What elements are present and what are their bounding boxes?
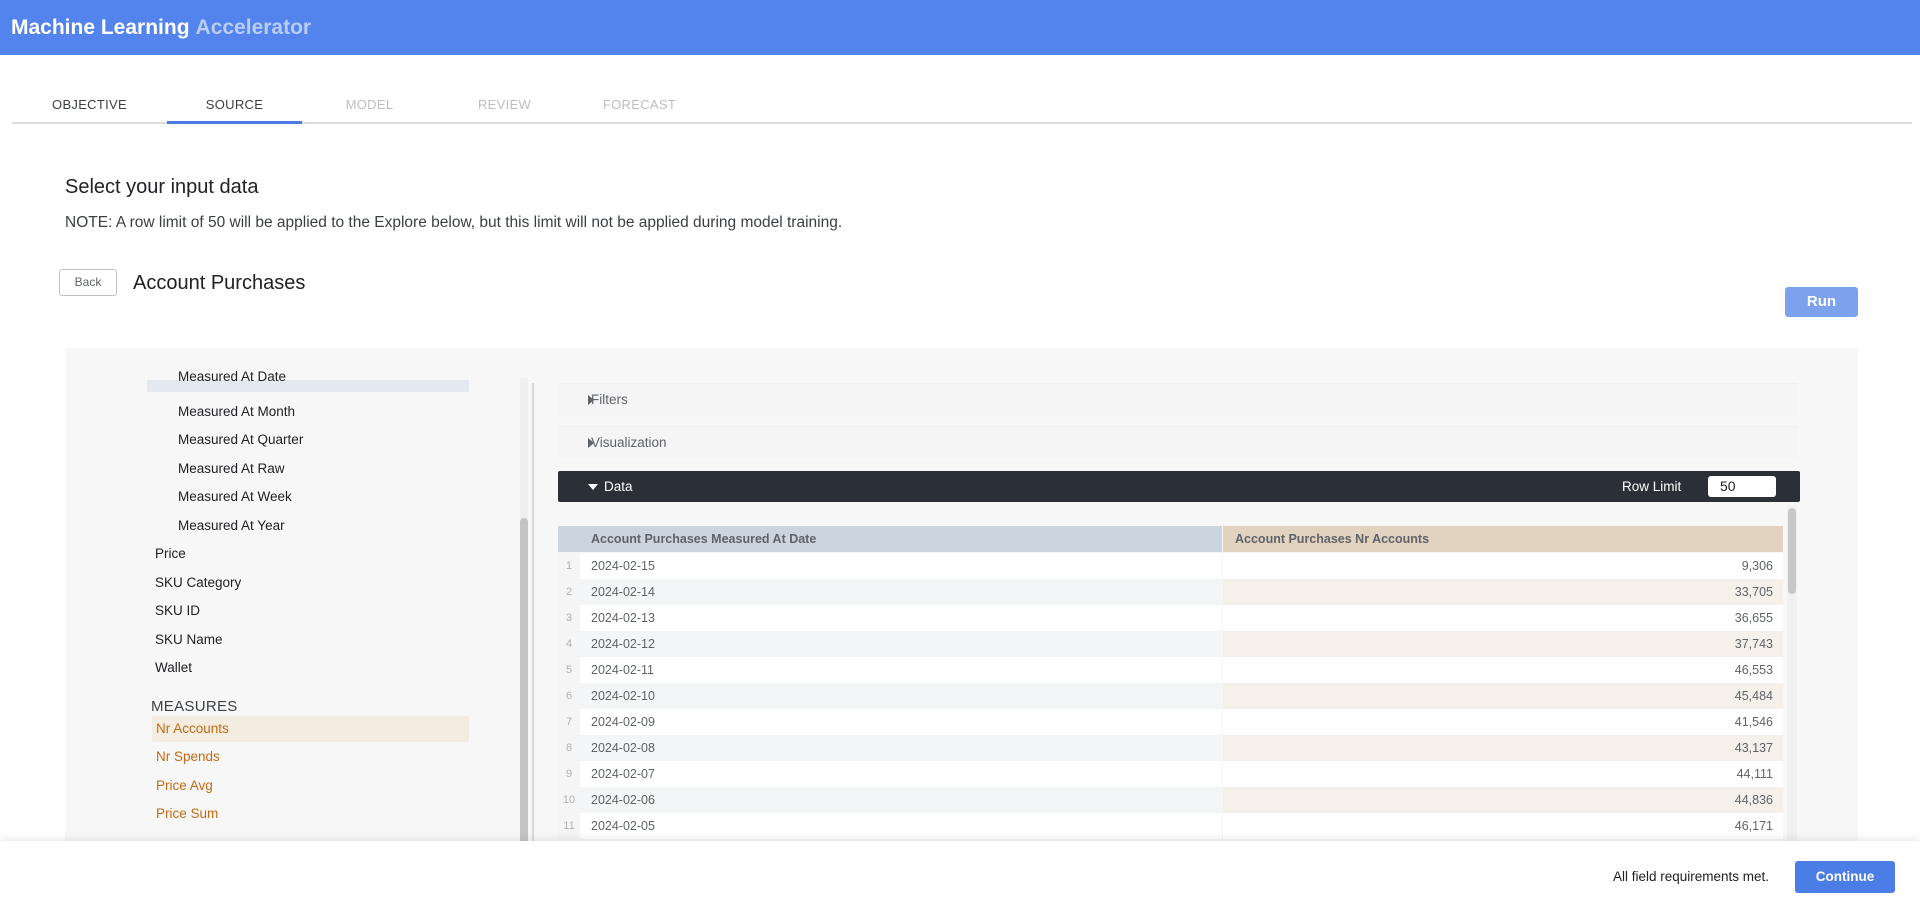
field-picker: Measured At Date Measured At Month Measu… bbox=[65, 369, 535, 848]
cell-date: 2024-02-13 bbox=[580, 605, 1222, 631]
data-label: Data bbox=[604, 479, 633, 494]
cell-nr-accounts: 44,111 bbox=[1223, 761, 1783, 787]
row-number: 2 bbox=[558, 579, 580, 605]
caret-down-icon bbox=[588, 484, 598, 490]
explore-title: Account Purchases bbox=[133, 272, 306, 294]
footer-bar: All field requirements met. Continue bbox=[0, 841, 1920, 902]
cell-date: 2024-02-08 bbox=[580, 735, 1222, 761]
field-measured-at-week[interactable]: Measured At Week bbox=[178, 489, 292, 504]
run-button[interactable]: Run bbox=[1785, 287, 1858, 317]
field-price[interactable]: Price bbox=[155, 546, 186, 561]
row-number: 10 bbox=[558, 787, 580, 813]
continue-button[interactable]: Continue bbox=[1795, 861, 1895, 893]
column-header-nr-accounts[interactable]: Account Purchases Nr Accounts bbox=[1223, 526, 1783, 552]
cell-date: 2024-02-12 bbox=[580, 631, 1222, 657]
row-number: 5 bbox=[558, 657, 580, 683]
cell-nr-accounts: 37,743 bbox=[1223, 631, 1783, 657]
row-number: 4 bbox=[558, 631, 580, 657]
cell-date: 2024-02-11 bbox=[580, 657, 1222, 683]
row-number: 3 bbox=[558, 605, 580, 631]
field-price-avg[interactable]: Price Avg bbox=[156, 778, 213, 793]
cell-date: 2024-02-10 bbox=[580, 683, 1222, 709]
panel-divider bbox=[532, 383, 534, 848]
cell-date: 2024-02-15 bbox=[580, 553, 1222, 579]
table-header: Account Purchases Measured At Date Accou… bbox=[558, 526, 1783, 552]
table-row: 1 2024-02-15 9,306 bbox=[558, 553, 1783, 579]
cell-nr-accounts: 43,137 bbox=[1223, 735, 1783, 761]
filters-section[interactable]: Filters bbox=[558, 383, 1798, 415]
explore-panel: Measured At Date Measured At Month Measu… bbox=[65, 348, 1858, 848]
table-row: 2 2024-02-14 33,705 bbox=[558, 579, 1783, 605]
row-number: 6 bbox=[558, 683, 580, 709]
row-number: 7 bbox=[558, 709, 580, 735]
row-number: 9 bbox=[558, 761, 580, 787]
cell-nr-accounts: 33,705 bbox=[1223, 579, 1783, 605]
field-measured-at-quarter[interactable]: Measured At Quarter bbox=[178, 432, 303, 447]
field-measured-at-year[interactable]: Measured At Year bbox=[178, 518, 285, 533]
measures-heading: MEASURES bbox=[151, 698, 238, 715]
field-picker-scroll-thumb[interactable] bbox=[520, 518, 528, 848]
tab-forecast: FORECAST bbox=[602, 97, 677, 112]
row-number: 8 bbox=[558, 735, 580, 761]
app-title-accent: Accelerator bbox=[195, 15, 312, 39]
row-number: 1 bbox=[558, 553, 580, 579]
table-row: 5 2024-02-11 46,553 bbox=[558, 657, 1783, 683]
requirements-status: All field requirements met. bbox=[1613, 869, 1770, 884]
step-tabs: OBJECTIVE SOURCE MODEL REVIEW FORECAST bbox=[12, 89, 1912, 124]
row-limit-note: NOTE: A row limit of 50 will be applied … bbox=[65, 214, 843, 231]
table-row: 7 2024-02-09 41,546 bbox=[558, 709, 1783, 735]
cell-nr-accounts: 46,553 bbox=[1223, 657, 1783, 683]
table-row: 9 2024-02-07 44,111 bbox=[558, 761, 1783, 787]
tab-review: REVIEW bbox=[477, 97, 532, 112]
table-row: 10 2024-02-06 44,836 bbox=[558, 787, 1783, 813]
row-number-header bbox=[558, 526, 580, 552]
row-limit-input[interactable]: 50 bbox=[1708, 476, 1776, 497]
page-title: Select your input data bbox=[65, 176, 259, 198]
visualization-label: Visualization bbox=[591, 435, 667, 450]
visualization-section[interactable]: Visualization bbox=[558, 426, 1798, 458]
filters-label: Filters bbox=[591, 392, 628, 407]
field-sku-name[interactable]: SKU Name bbox=[155, 632, 223, 647]
tab-source[interactable]: SOURCE bbox=[167, 89, 302, 124]
caret-right-icon bbox=[588, 395, 594, 405]
table-row: 4 2024-02-12 37,743 bbox=[558, 631, 1783, 657]
field-sku-id[interactable]: SKU ID bbox=[155, 603, 200, 618]
cell-nr-accounts: 41,546 bbox=[1223, 709, 1783, 735]
tab-objective[interactable]: OBJECTIVE bbox=[12, 89, 167, 122]
cell-date: 2024-02-05 bbox=[580, 813, 1222, 839]
table-row: 6 2024-02-10 45,484 bbox=[558, 683, 1783, 709]
field-price-sum[interactable]: Price Sum bbox=[156, 806, 218, 821]
caret-right-icon bbox=[588, 438, 594, 448]
column-header-date[interactable]: Account Purchases Measured At Date bbox=[580, 526, 1222, 552]
field-sku-category[interactable]: SKU Category bbox=[155, 575, 241, 590]
data-section-header[interactable]: Data Row Limit 50 bbox=[558, 471, 1800, 502]
field-measured-at-raw[interactable]: Measured At Raw bbox=[178, 461, 285, 476]
field-measured-at-date[interactable]: Measured At Date bbox=[178, 369, 286, 384]
row-number: 11 bbox=[558, 813, 580, 839]
table-row: 11 2024-02-05 46,171 bbox=[558, 813, 1783, 839]
field-nr-accounts[interactable]: Nr Accounts bbox=[156, 721, 229, 736]
app-header: Machine Learning Accelerator bbox=[0, 0, 1920, 55]
table-row: 3 2024-02-13 36,655 bbox=[558, 605, 1783, 631]
app-title: Machine Learning bbox=[11, 15, 190, 39]
cell-nr-accounts: 9,306 bbox=[1223, 553, 1783, 579]
field-wallet[interactable]: Wallet bbox=[155, 660, 192, 675]
cell-date: 2024-02-09 bbox=[580, 709, 1222, 735]
back-button[interactable]: Back bbox=[59, 269, 117, 296]
table-row: 8 2024-02-08 43,137 bbox=[558, 735, 1783, 761]
field-nr-spends[interactable]: Nr Spends bbox=[156, 749, 220, 764]
field-measured-at-month[interactable]: Measured At Month bbox=[178, 404, 295, 419]
cell-date: 2024-02-07 bbox=[580, 761, 1222, 787]
cell-date: 2024-02-06 bbox=[580, 787, 1222, 813]
results-scroll-thumb[interactable] bbox=[1788, 508, 1796, 594]
row-limit-label: Row Limit bbox=[1622, 479, 1682, 494]
cell-nr-accounts: 36,655 bbox=[1223, 605, 1783, 631]
cell-date: 2024-02-14 bbox=[580, 579, 1222, 605]
cell-nr-accounts: 44,836 bbox=[1223, 787, 1783, 813]
tab-model: MODEL bbox=[345, 97, 394, 112]
cell-nr-accounts: 46,171 bbox=[1223, 813, 1783, 839]
cell-nr-accounts: 45,484 bbox=[1223, 683, 1783, 709]
